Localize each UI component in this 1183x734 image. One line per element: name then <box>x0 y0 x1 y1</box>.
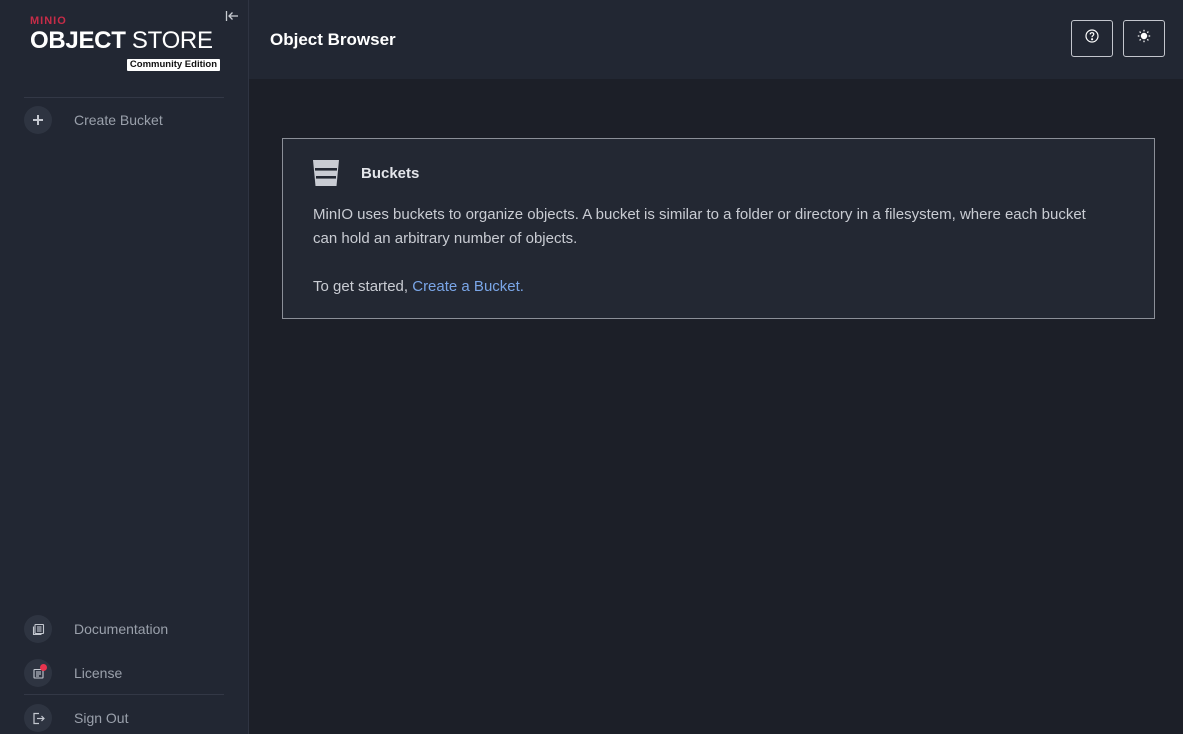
sidebar-item-label: Documentation <box>74 621 169 637</box>
sidebar-item-license[interactable]: License <box>24 659 122 687</box>
card-body: MinIO uses buckets to organize objects. … <box>313 203 1113 299</box>
sidebar-item-label: Create Bucket <box>74 112 163 128</box>
theme-toggle-button[interactable] <box>1123 20 1165 57</box>
notification-badge <box>40 664 47 671</box>
bucket-icon <box>312 159 340 187</box>
logo-title: OBJECT STORE <box>30 28 222 54</box>
logo-brand: MINIO <box>30 15 67 27</box>
card-title: Buckets <box>361 164 420 182</box>
sidebar-item-create-bucket[interactable]: Create Bucket <box>24 106 163 134</box>
buckets-info-card: Buckets MinIO uses buckets to organize o… <box>282 138 1155 319</box>
content-area: Buckets MinIO uses buckets to organize o… <box>249 79 1183 734</box>
main-area: Object Browser Buckets MinIO uses bucket… <box>249 0 1183 734</box>
collapse-left-icon[interactable] <box>225 9 241 25</box>
sidebar-item-label: Sign Out <box>74 710 129 726</box>
sidebar: MINIO OBJECT STORE Community Edition Cre… <box>0 0 249 734</box>
edition-badge: Community Edition <box>126 59 220 71</box>
top-bar: Object Browser <box>249 0 1183 79</box>
sidebar-item-sign-out[interactable]: Sign Out <box>24 704 128 732</box>
sidebar-divider <box>24 97 224 98</box>
sidebar-item-label: License <box>74 665 123 681</box>
plus-icon <box>24 106 52 134</box>
sign-out-icon <box>24 704 52 732</box>
cta-prefix: To get started, <box>313 278 413 295</box>
page-title: Object Browser <box>270 30 396 49</box>
app-root: MINIO OBJECT STORE Community Edition Cre… <box>0 0 1183 734</box>
logo-title-thin: STORE <box>125 27 213 54</box>
help-icon <box>1085 29 1099 48</box>
logo-title-bold: OBJECT <box>30 27 126 54</box>
sidebar-divider <box>24 694 224 695</box>
card-header: Buckets <box>312 159 419 187</box>
license-icon <box>24 659 52 687</box>
documentation-icon <box>24 615 52 643</box>
sidebar-item-documentation[interactable]: Documentation <box>24 615 168 643</box>
sun-icon <box>1137 29 1151 48</box>
help-button[interactable] <box>1071 20 1113 57</box>
app-logo[interactable]: MINIO OBJECT STORE Community Edition <box>30 15 222 71</box>
create-bucket-link[interactable]: Create a Bucket. <box>412 278 524 295</box>
card-cta: To get started, Create a Bucket. <box>313 275 1113 299</box>
card-description: MinIO uses buckets to organize objects. … <box>313 206 1086 247</box>
